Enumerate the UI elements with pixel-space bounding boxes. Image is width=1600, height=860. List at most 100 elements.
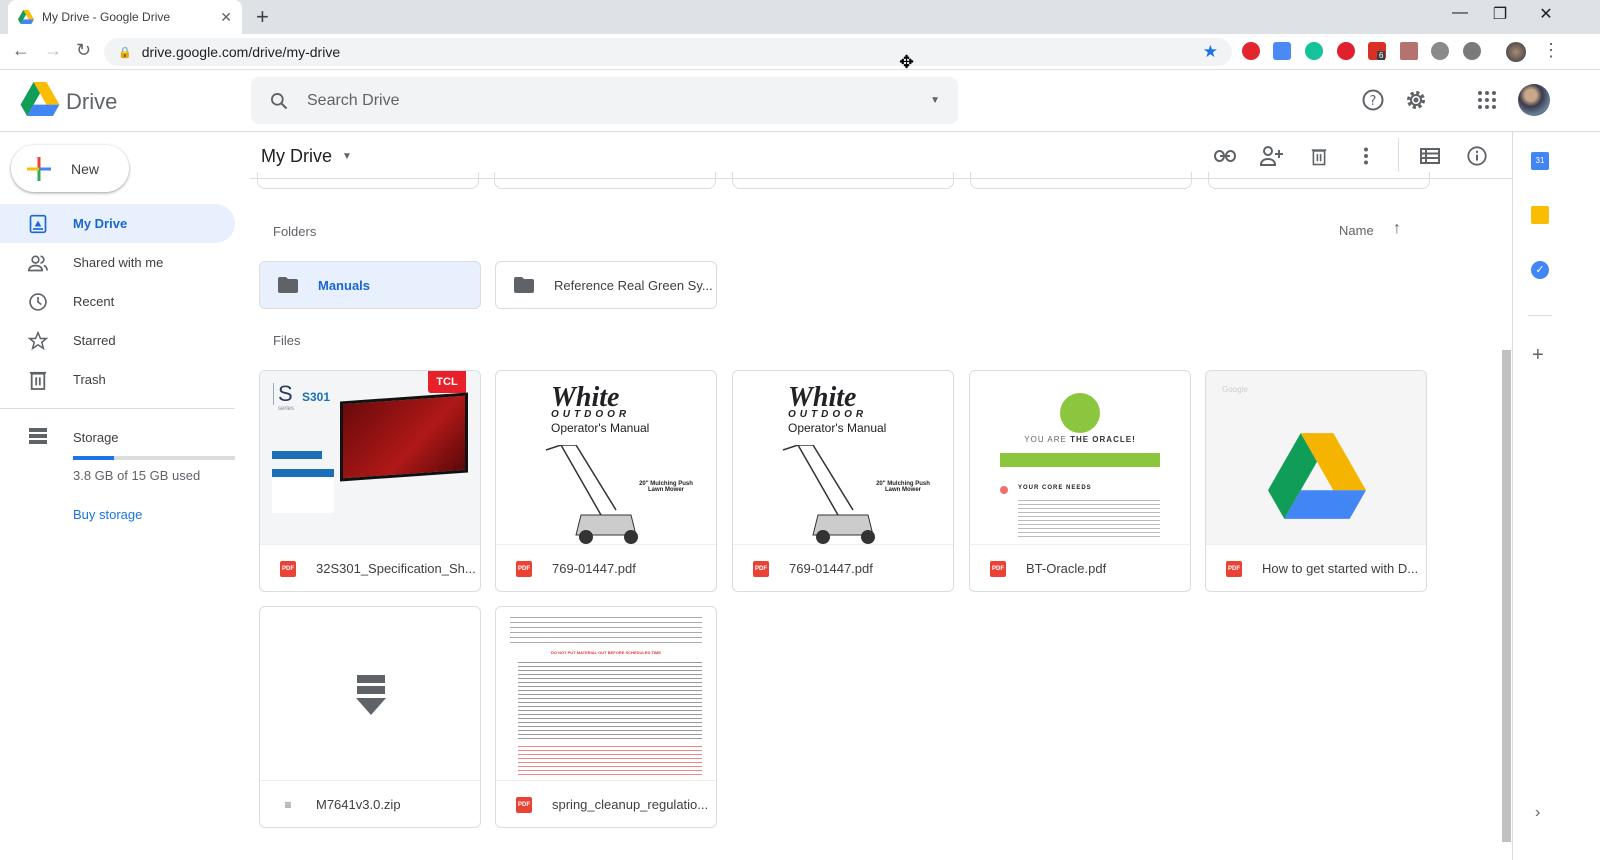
sort-by-name-button[interactable]: Name — [1339, 223, 1374, 238]
new-tab-button[interactable]: + — [256, 4, 269, 30]
list-view-icon[interactable] — [1418, 144, 1442, 168]
drive-logo-icon[interactable] — [20, 82, 60, 116]
calendar-icon[interactable]: 31 — [1531, 152, 1549, 170]
google-wordmark: Google — [1222, 385, 1248, 394]
pdf-icon: PDF — [990, 560, 1006, 577]
back-button[interactable]: ← — [12, 40, 30, 61]
file-thumbnail-zip — [260, 607, 480, 781]
file-card[interactable]: White OUTDOOR Operator's Manual 20" Mulc… — [732, 370, 954, 592]
extension-trend-icon[interactable] — [1242, 42, 1260, 60]
extension-m-icon[interactable] — [1431, 42, 1449, 60]
storage-used-text: 3.8 GB of 15 GB used — [73, 468, 201, 483]
file-thumbnail-white-outdoor: White OUTDOOR Operator's Manual 20" Mulc… — [496, 371, 716, 545]
sidebar-item-label: Starred — [73, 333, 116, 348]
file-card[interactable]: Google PDF How to get started with D... — [1205, 370, 1427, 592]
close-tab-icon[interactable]: ✕ — [220, 9, 232, 26]
app-name[interactable]: Drive — [66, 89, 117, 115]
pdf-icon: PDF — [280, 560, 296, 577]
add-addon-plus-icon[interactable]: + — [1532, 344, 1544, 367]
browser-tab[interactable]: My Drive - Google Drive ✕ — [8, 0, 242, 34]
file-name: 32S301_Specification_Sh... — [316, 561, 476, 576]
sidebar-item-my-drive[interactable]: My Drive — [0, 204, 235, 243]
share-add-person-icon[interactable] — [1260, 144, 1284, 168]
sidebar-item-label: Trash — [73, 372, 106, 387]
plus-icon — [27, 156, 51, 181]
expand-panel-chevron-icon[interactable]: › — [1535, 804, 1540, 822]
scrolled-card-stub — [494, 172, 716, 189]
restore-button[interactable]: ❐ — [1477, 4, 1523, 24]
file-card[interactable]: ≡ M7641v3.0.zip — [259, 606, 481, 828]
target-icon — [1000, 486, 1008, 494]
more-options-icon[interactable] — [1354, 144, 1378, 168]
url-text[interactable]: drive.google.com/drive/my-drive — [142, 44, 340, 60]
file-card[interactable]: YOU ARE THE ORACLE! YOUR CORE NEEDS PDF B… — [969, 370, 1191, 592]
file-card[interactable]: TCL S S301 series PDF 32S301_Specificatio… — [259, 370, 481, 592]
file-card[interactable]: White OUTDOOR Operator's Manual 20" Mulc… — [495, 370, 717, 592]
drive-favicon-icon — [18, 10, 34, 24]
lock-icon: 🔒 — [118, 46, 132, 59]
search-input[interactable] — [307, 91, 931, 110]
sidebar-item-recent[interactable]: Recent — [0, 282, 235, 321]
scrollbar-thumb[interactable] — [1502, 350, 1511, 842]
reload-button[interactable]: ↻ — [76, 40, 91, 61]
extension-translate-icon[interactable] — [1273, 42, 1291, 60]
model-text: S301 — [302, 390, 331, 404]
extension-acrobat-icon[interactable] — [1400, 42, 1418, 60]
folder-name: Reference Real Green Sy... — [554, 277, 713, 293]
folders-heading: Folders — [273, 224, 317, 239]
scrolled-card-stub — [1208, 172, 1430, 189]
tcl-logo: TCL — [428, 371, 466, 393]
extension-grammarly-icon[interactable] — [1305, 42, 1323, 60]
extension-badge-count: 6 — [1377, 51, 1386, 60]
extension-pin-icon[interactable] — [1337, 42, 1355, 60]
rail-divider — [1528, 315, 1552, 316]
forward-button[interactable]: → — [44, 40, 62, 61]
file-name: How to get started with D... — [1262, 561, 1419, 576]
folder-item[interactable]: Reference Real Green Sy... — [495, 261, 717, 309]
bookmark-star-icon[interactable]: ★ — [1203, 42, 1218, 62]
search-box[interactable]: ▼ — [251, 77, 958, 124]
file-thumbnail-document: DO NOT PUT MATERIAL OUT BEFORE SCHEDULED… — [496, 607, 716, 781]
new-button[interactable]: New — [11, 145, 129, 192]
white-sub: OUTDOOR — [788, 409, 868, 420]
sidebar-item-starred[interactable]: Starred — [0, 321, 235, 360]
tasks-icon[interactable]: ✓ — [1531, 261, 1549, 279]
file-name: BT-Oracle.pdf — [1026, 561, 1107, 576]
side-panel-divider — [1512, 132, 1513, 860]
my-drive-title-dropdown[interactable]: My Drive ▼ — [261, 146, 352, 167]
omnibox[interactable]: 🔒 drive.google.com/drive/my-drive ★ — [104, 38, 1232, 66]
help-icon[interactable]: ? — [1361, 88, 1385, 112]
file-name: spring_cleanup_regulatio... — [552, 797, 709, 812]
thumb-block — [272, 469, 334, 513]
chrome-menu-icon[interactable]: ⋮ — [1542, 40, 1560, 61]
details-info-icon[interactable] — [1465, 144, 1489, 168]
folder-item[interactable]: Manuals — [259, 261, 481, 309]
extension-lock-icon[interactable] — [1463, 42, 1481, 60]
drive-logo-image — [1268, 433, 1366, 519]
delete-trash-icon[interactable] — [1307, 144, 1331, 168]
buy-storage-link[interactable]: Buy storage — [73, 507, 142, 522]
oracle-title-b: THE ORACLE! — [1070, 435, 1136, 444]
white-sub: OUTDOOR — [551, 409, 631, 420]
white-manual: Operator's Manual — [788, 421, 887, 435]
extension-badge-icon[interactable]: 6 — [1368, 42, 1386, 60]
settings-gear-icon[interactable] — [1404, 88, 1428, 112]
page-title: My Drive — [261, 146, 332, 166]
account-avatar[interactable] — [1518, 84, 1550, 116]
keep-icon[interactable] — [1531, 206, 1549, 224]
sidebar-item-shared-with-me[interactable]: Shared with me — [0, 243, 235, 282]
search-icon[interactable] — [269, 91, 289, 111]
file-card[interactable]: DO NOT PUT MATERIAL OUT BEFORE SCHEDULED… — [495, 606, 717, 828]
profile-avatar[interactable] — [1506, 42, 1526, 62]
get-link-icon[interactable] — [1213, 144, 1237, 168]
sort-direction-arrow-icon[interactable]: ↑ — [1393, 220, 1401, 238]
close-window-button[interactable]: ✕ — [1523, 4, 1569, 24]
oracle-core: YOUR CORE NEEDS — [1018, 485, 1092, 491]
trash-icon — [29, 371, 47, 390]
search-options-icon[interactable]: ▼ — [930, 95, 940, 106]
sidebar-item-label: Shared with me — [73, 255, 164, 270]
sidebar-item-trash[interactable]: Trash — [0, 360, 235, 399]
storage-label[interactable]: Storage — [73, 430, 119, 445]
apps-grid-icon[interactable] — [1475, 88, 1499, 112]
lawn-mower-image — [545, 445, 638, 544]
